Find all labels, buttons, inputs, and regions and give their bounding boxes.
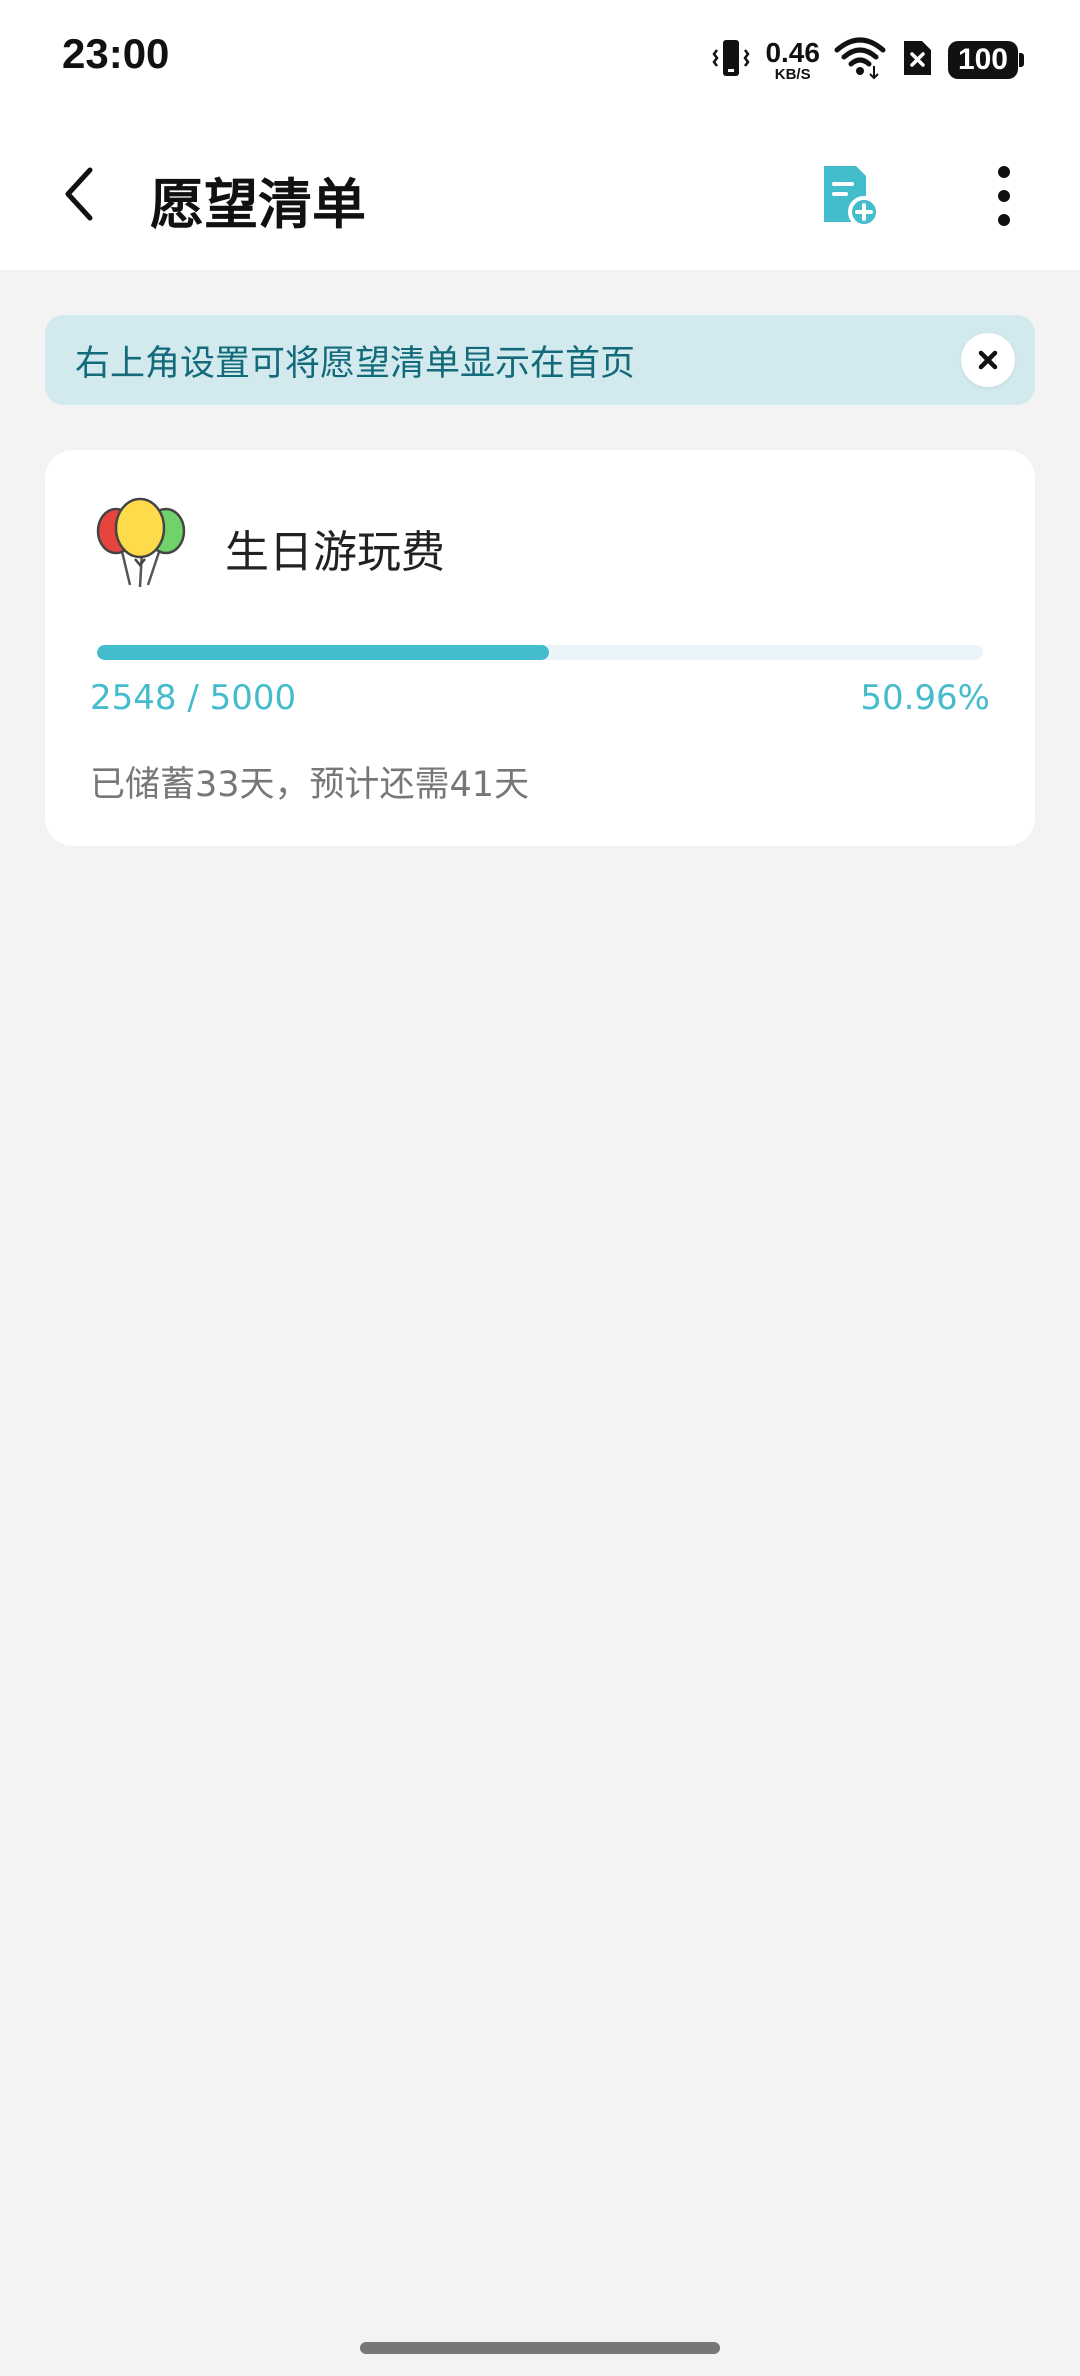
- more-vert-icon: [998, 166, 1010, 226]
- tip-text: 右上角设置可将愿望清单显示在首页: [75, 344, 636, 384]
- battery-icon: 100: [947, 41, 1025, 79]
- status-icons: 0.46 KB/S 100: [711, 34, 1025, 86]
- wifi-icon: [834, 36, 886, 84]
- back-button[interactable]: [40, 154, 120, 234]
- net-speed-value: 0.46: [765, 36, 820, 68]
- no-sim-icon: [900, 38, 934, 82]
- page-title: 愿望清单: [150, 173, 366, 236]
- progress-percent: 50.96%: [860, 678, 990, 718]
- progress-fill: [97, 645, 549, 660]
- balloons-icon: [90, 495, 190, 595]
- tip-banner: 右上角设置可将愿望清单显示在首页: [45, 315, 1035, 405]
- wish-name: 生日游玩费: [225, 527, 445, 578]
- net-speed: 0.46 KB/S: [765, 36, 820, 83]
- saved-amount: 2548 / 5000: [90, 678, 297, 718]
- wish-card[interactable]: 生日游玩费 2548 / 5000 50.96% 已储蓄33天，预计还需41天: [45, 450, 1035, 846]
- net-speed-unit: KB/S: [774, 65, 811, 83]
- app-bar: 愿望清单: [0, 120, 1080, 270]
- progress-bar: [97, 645, 983, 660]
- tip-close-button[interactable]: [961, 333, 1015, 387]
- vibrate-icon: [711, 36, 751, 84]
- add-wish-button[interactable]: [812, 158, 888, 234]
- more-options-button[interactable]: [964, 156, 1044, 236]
- close-icon: [978, 350, 998, 370]
- status-bar: 23:00 0.46 KB/S 100: [0, 0, 1080, 120]
- home-indicator[interactable]: [360, 2342, 720, 2354]
- status-time: 23:00: [62, 30, 170, 77]
- saving-info: 已储蓄33天，预计还需41天: [90, 765, 530, 805]
- back-arrow-icon: [65, 167, 93, 221]
- add-list-icon: [824, 166, 880, 228]
